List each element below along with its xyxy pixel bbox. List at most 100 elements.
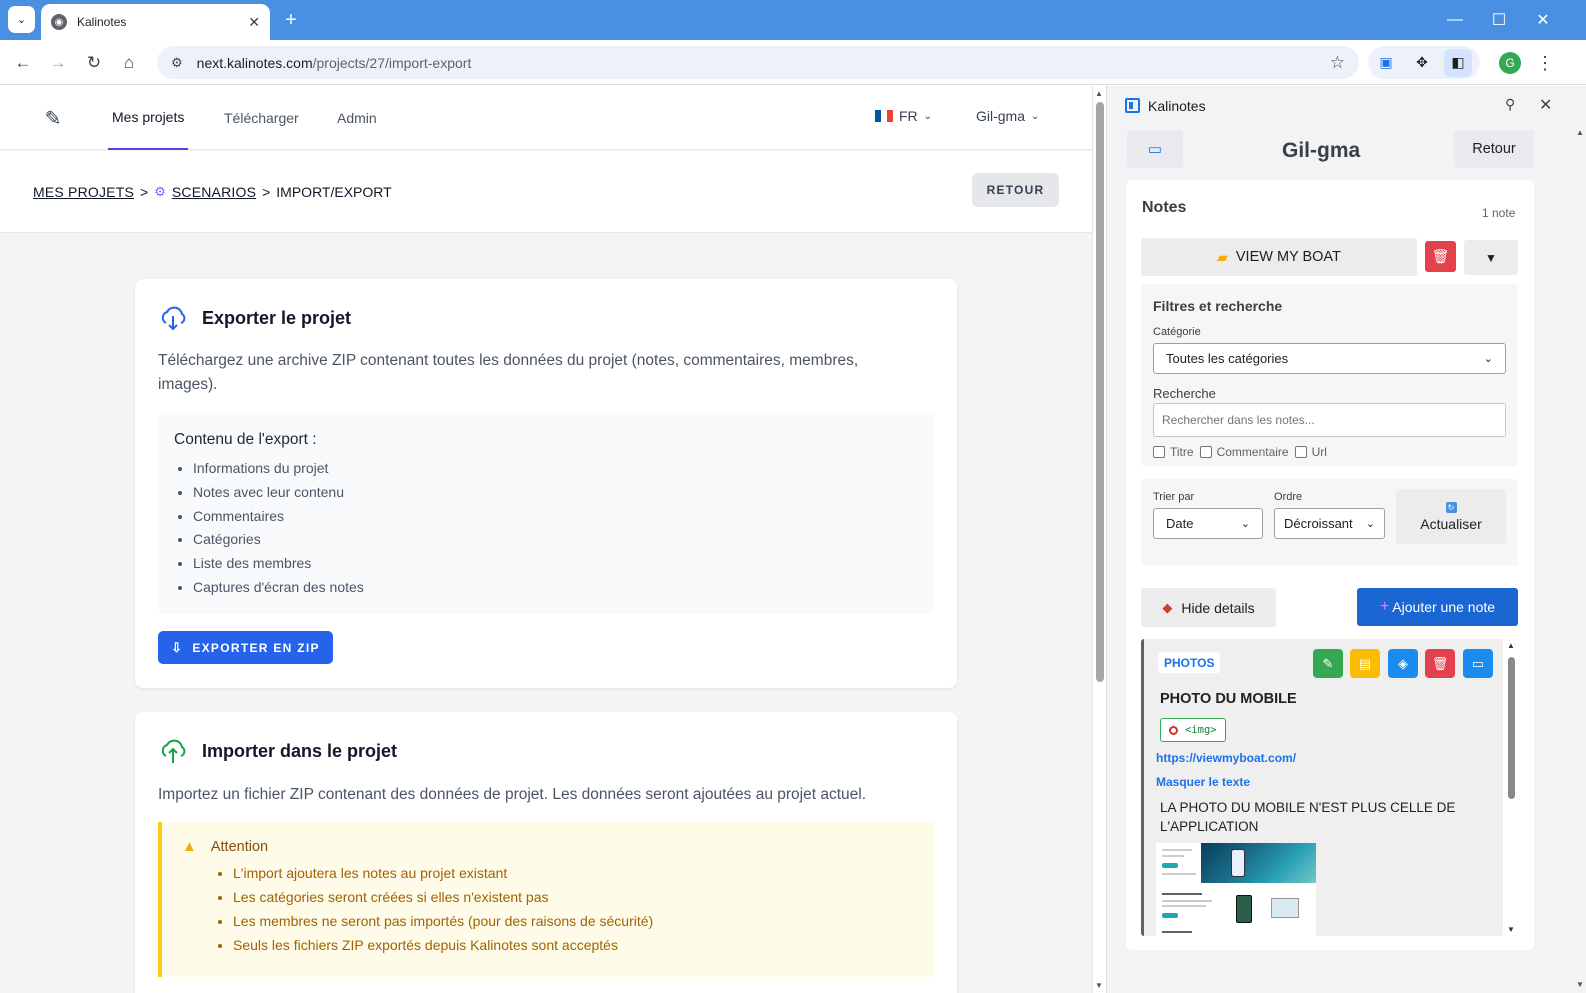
folder-toggle-button[interactable]: ▼ (1464, 240, 1518, 275)
retour-button[interactable]: Retour (1454, 130, 1534, 168)
app-logo-icon[interactable]: ✎ (40, 105, 66, 131)
list-item: Informations du projet (193, 457, 918, 481)
sort-label: Trier par (1153, 491, 1195, 503)
note-tag-label: <img> (1185, 724, 1217, 736)
import-card: Importer dans le projet Importez un fich… (135, 712, 957, 993)
maximize-icon[interactable]: ☐ (1476, 4, 1522, 36)
address-bar[interactable]: ⚙ next.kalinotes.com /projects/27/import… (157, 46, 1359, 79)
minimize-icon[interactable]: — (1432, 4, 1478, 36)
window-icon[interactable]: ▭ (1463, 649, 1493, 678)
language-switcher[interactable]: FR ⌄ (875, 108, 932, 124)
note-screenshot-thumbnail[interactable] (1156, 843, 1316, 936)
breadcrumb-projects[interactable]: MES PROJETS (33, 184, 134, 200)
trash-icon[interactable]: 🗑 (1425, 649, 1455, 678)
back-button[interactable]: RETOUR (972, 173, 1059, 207)
add-note-label: Ajouter une note (1392, 599, 1496, 615)
globe-icon: ◉ (51, 14, 67, 30)
sort-select[interactable]: Date ⌄ (1153, 508, 1263, 539)
export-contents-box: Contenu de l'export : Informations du pr… (158, 413, 934, 614)
note-category-badge[interactable]: PHOTOS (1158, 652, 1221, 673)
folder-icon: ▰ (1217, 248, 1228, 265)
bookmark-star-icon[interactable]: ☆ (1330, 53, 1345, 73)
clipboard-icon[interactable]: ▤ (1350, 649, 1380, 678)
kalinotes-logo-icon (1125, 98, 1140, 113)
url-path: /projects/27/import-export (312, 54, 472, 71)
breadcrumb: MES PROJETS > ⚙ SCENARIOS > IMPORT/EXPOR… (33, 184, 392, 200)
import-title: Importer dans le projet (202, 740, 398, 761)
nav-my-projects[interactable]: Mes projets (108, 86, 189, 150)
new-tab-button[interactable]: + (279, 8, 303, 32)
scroll-up-icon[interactable]: ▲ (1576, 128, 1584, 137)
kalinotes-extension-icon[interactable]: ▣ (1372, 49, 1400, 77)
unpin-icon[interactable]: ⚲ (1505, 96, 1515, 113)
note-img-tag[interactable]: <img> (1160, 718, 1226, 742)
chevron-down-icon: ⌄ (923, 110, 933, 122)
sort-value: Date (1166, 516, 1194, 531)
breadcrumb-scenarios[interactable]: SCENARIOS (172, 184, 256, 200)
scrollbar-thumb[interactable] (1096, 102, 1104, 682)
list-item: Les membres ne seront pas importés (pour… (233, 909, 934, 933)
hide-details-button[interactable]: ◆ Hide details (1141, 588, 1276, 627)
monitor-icon[interactable]: ▭ (1127, 130, 1183, 168)
profile-avatar[interactable]: G (1499, 52, 1521, 74)
nav-admin[interactable]: Admin (337, 86, 377, 150)
list-item: Les catégories seront créées si elles n'… (233, 885, 934, 909)
forward-arrow-icon[interactable]: → (44, 50, 72, 76)
side-panel-icon[interactable]: ◧ (1444, 48, 1472, 77)
refresh-label: Actualiser (1420, 515, 1482, 532)
tag-icon[interactable]: ◈ (1388, 649, 1418, 678)
scroll-down-icon[interactable]: ▼ (1095, 981, 1103, 990)
notes-heading: Notes (1142, 199, 1187, 216)
scrollbar-thumb[interactable] (1508, 657, 1515, 799)
chevron-down-icon: ⌄ (1365, 518, 1375, 530)
back-arrow-icon[interactable]: ← (9, 50, 37, 76)
user-name: Gil-gma (976, 108, 1026, 124)
export-contents-list: Informations du projet Notes avec leur c… (174, 457, 918, 600)
category-select[interactable]: Toutes les catégories ⌄ (1153, 343, 1506, 374)
page-scrollbar[interactable]: ▲ ▼ (1092, 86, 1106, 993)
reload-icon[interactable]: ↻ (80, 50, 108, 76)
puzzle-icon[interactable]: ✥ (1408, 49, 1436, 77)
export-zip-button[interactable]: ⇩ EXPORTER EN ZIP (158, 631, 333, 664)
filters-box: Filtres et recherche Catégorie Toutes le… (1141, 284, 1518, 466)
nav-download[interactable]: Télécharger (224, 86, 299, 150)
language-code: FR (899, 108, 918, 124)
export-header: Exporter le projet (158, 303, 351, 333)
checkbox-url[interactable] (1294, 446, 1307, 458)
note-list: PHOTOS ✎ ▤ ◈ 🗑 ▭ PHOTO DU MOBILE <img> h… (1141, 639, 1518, 936)
side-panel-header: Kalinotes ⚲ ✕ (1107, 86, 1586, 124)
scroll-up-icon[interactable]: ▲ (1507, 641, 1515, 650)
cloud-download-icon: ⇩ (171, 639, 184, 655)
scroll-up-icon[interactable]: ▲ (1095, 89, 1103, 98)
checkbox-title[interactable] (1153, 446, 1165, 458)
tab-close-icon[interactable]: ✕ (248, 14, 260, 31)
note-list-scrollbar[interactable]: ▲ ▼ (1505, 639, 1518, 936)
france-flag-icon (875, 110, 893, 122)
trash-icon[interactable]: 🗑 (1425, 241, 1456, 272)
add-note-button[interactable]: + Ajouter une note (1357, 588, 1518, 626)
site-info-icon[interactable]: ⚙ (171, 55, 183, 71)
warning-triangle-icon: ▲ (182, 838, 197, 855)
plus-icon: + (1379, 598, 1390, 615)
pencil-icon[interactable]: ✎ (1313, 649, 1343, 678)
refresh-button[interactable]: ↻ Actualiser (1396, 489, 1506, 544)
hide-text-link[interactable]: Masquer le texte (1156, 775, 1250, 789)
search-input[interactable]: Rechercher dans les notes... (1153, 403, 1506, 437)
user-menu[interactable]: Gil-gma ⌄ (976, 108, 1039, 124)
checkbox-comment[interactable] (1199, 446, 1212, 458)
scroll-down-icon[interactable]: ▼ (1576, 980, 1584, 989)
list-item: L'import ajoutera les notes au projet ex… (233, 861, 934, 885)
order-select[interactable]: Décroissant ⌄ (1274, 508, 1385, 539)
scroll-down-icon[interactable]: ▼ (1507, 925, 1515, 934)
note-card[interactable]: PHOTOS ✎ ▤ ◈ 🗑 ▭ PHOTO DU MOBILE <img> h… (1141, 639, 1503, 936)
home-icon[interactable]: ⌂ (115, 50, 143, 76)
browser-tab-kalinotes[interactable]: ◉ Kalinotes ✕ (41, 4, 270, 40)
folder-label: VIEW MY BOAT (1235, 249, 1341, 265)
close-icon[interactable]: ✕ (1539, 95, 1552, 115)
folder-selector-button[interactable]: ▰ VIEW MY BOAT (1141, 238, 1417, 276)
side-panel-scrollbar[interactable]: ▲ ▼ (1573, 124, 1586, 993)
tab-search-button[interactable]: ⌄ (8, 6, 35, 33)
browser-menu-icon[interactable]: ⋮ (1534, 50, 1556, 76)
note-url-link[interactable]: https://viewmyboat.com/ (1156, 751, 1296, 765)
window-close-icon[interactable]: ✕ (1520, 4, 1566, 36)
